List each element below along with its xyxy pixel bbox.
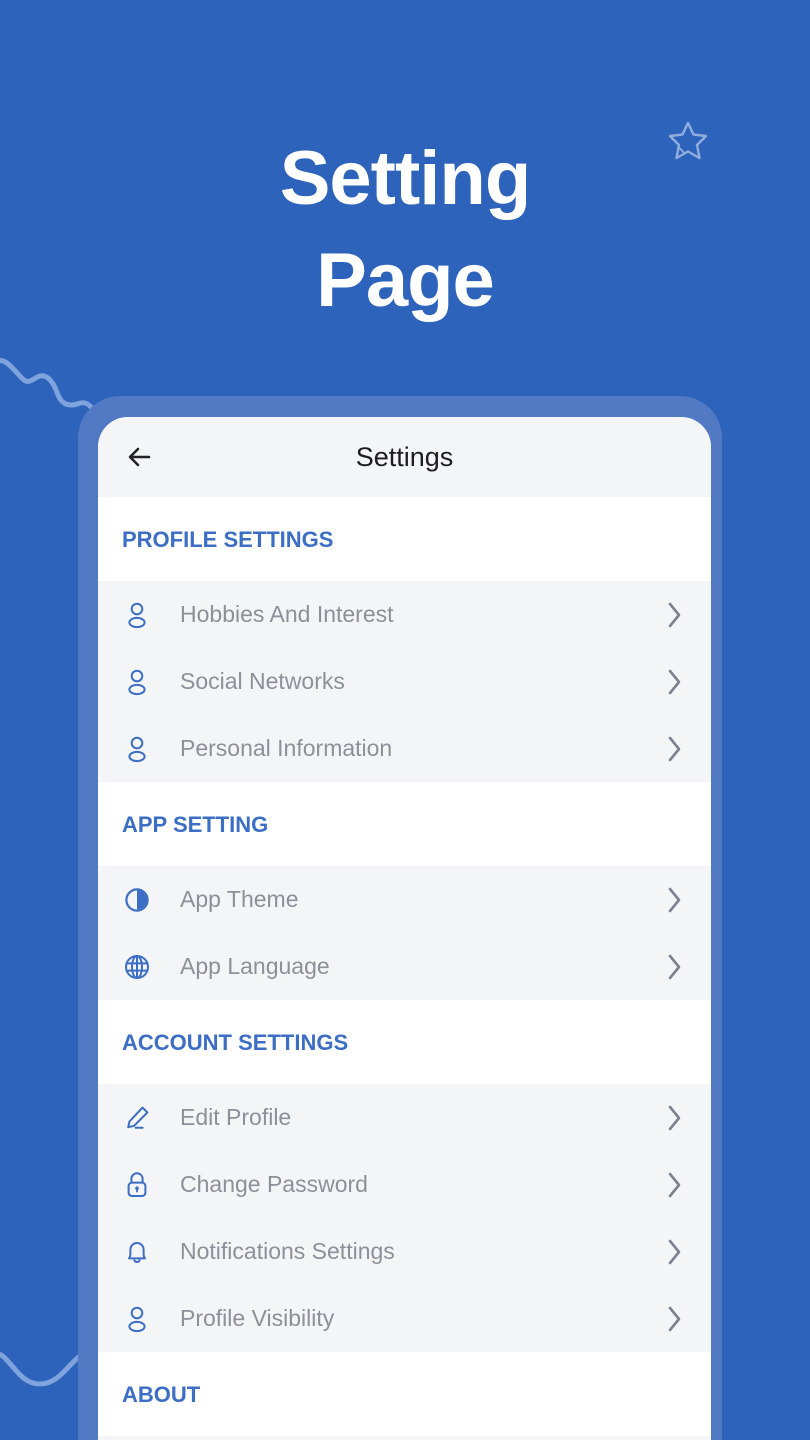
contrast-circle-icon: [120, 886, 154, 914]
list-item-rate-us[interactable]: Rate Us: [98, 1436, 711, 1440]
chevron-right-icon: [647, 1237, 703, 1267]
list-item-label: App Language: [180, 953, 330, 979]
section-group-app-setting: App Theme App Language: [98, 866, 711, 1000]
chevron-right-icon: [647, 600, 703, 630]
person-icon: [120, 668, 154, 696]
app-bar: Settings: [98, 417, 711, 497]
section-group-profile-settings: Hobbies And Interest Social Networks Per…: [98, 581, 711, 782]
list-item-label: Personal Information: [180, 735, 393, 761]
list-item-change-password[interactable]: Change Password: [98, 1151, 711, 1218]
chevron-right-icon: [647, 952, 703, 982]
chevron-right-icon: [647, 1304, 703, 1334]
list-item-profile-visibility[interactable]: Profile Visibility: [98, 1285, 711, 1352]
list-item-label: Social Networks: [180, 668, 345, 694]
list-item-label: Change Password: [180, 1171, 368, 1197]
list-item-app-theme[interactable]: App Theme: [98, 866, 711, 933]
back-button[interactable]: [122, 439, 158, 475]
bell-icon: [120, 1237, 154, 1267]
section-header-profile-settings: PROFILE SETTINGS: [98, 497, 711, 581]
section-header-account-settings: ACCOUNT SETTINGS: [98, 1000, 711, 1084]
page-title-line2: Page: [316, 237, 495, 323]
section-header-about: ABOUT: [98, 1352, 711, 1436]
list-item-label: Hobbies And Interest: [180, 601, 394, 627]
chevron-right-icon: [647, 1103, 703, 1133]
app-bar-title: Settings: [355, 441, 454, 472]
chevron-right-icon: [647, 885, 703, 915]
phone-screen: Settings PROFILE SETTINGS Hobbies And In…: [98, 417, 711, 1440]
page-title-line1: Setting: [279, 136, 532, 221]
chevron-right-icon: [647, 1170, 703, 1200]
list-item-label: Edit Profile: [180, 1104, 292, 1130]
section-header-app-setting: APP SETTING: [98, 782, 711, 866]
lock-icon: [120, 1170, 154, 1200]
list-item-personal-information[interactable]: Personal Information: [98, 715, 711, 782]
pencil-icon: [120, 1104, 154, 1132]
list-item-social-networks[interactable]: Social Networks: [98, 648, 711, 715]
list-item-edit-profile[interactable]: Edit Profile: [98, 1084, 711, 1151]
section-group-account-settings: Edit Profile Change Password Notificatio…: [98, 1084, 711, 1352]
star-outline-icon: [664, 117, 712, 165]
list-item-hobbies-and-interest[interactable]: Hobbies And Interest: [98, 581, 711, 648]
person-icon: [120, 735, 154, 763]
chevron-right-icon: [647, 734, 703, 764]
hero-banner: Setting Page: [0, 0, 810, 400]
list-item-label: App Theme: [180, 886, 299, 912]
arrow-left-icon: [128, 447, 151, 467]
person-icon: [120, 601, 154, 629]
list-item-label: Notifications Settings: [180, 1238, 395, 1264]
list-item-app-language[interactable]: App Language: [98, 933, 711, 1000]
chevron-right-icon: [647, 667, 703, 697]
section-group-about: Rate Us: [98, 1436, 711, 1440]
globe-icon: [120, 952, 154, 982]
list-item-notifications-settings[interactable]: Notifications Settings: [98, 1218, 711, 1285]
list-item-label: Profile Visibility: [180, 1305, 335, 1331]
person-icon: [120, 1305, 154, 1333]
